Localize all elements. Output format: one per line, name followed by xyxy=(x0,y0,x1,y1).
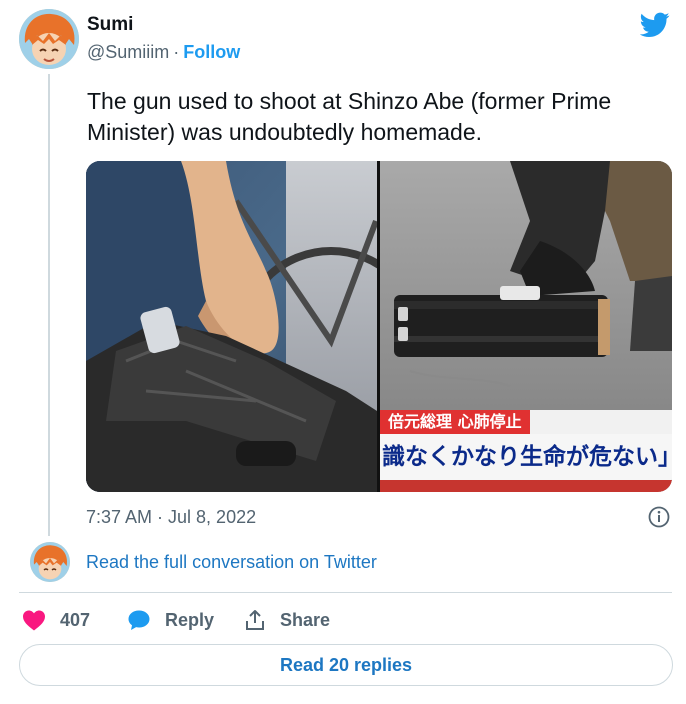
info-icon[interactable] xyxy=(648,506,670,528)
news-caption-bar xyxy=(380,480,672,492)
reply-label: Reply xyxy=(165,609,215,630)
author-name[interactable]: Sumi xyxy=(87,14,133,36)
read-replies-button[interactable]: Read 20 replies xyxy=(19,644,673,686)
tweet-timestamp[interactable]: 7:37 AM · Jul 8, 2022 xyxy=(86,507,256,528)
author-avatar[interactable] xyxy=(19,9,79,69)
share-button[interactable]: Share xyxy=(244,607,330,633)
likes-count: 407 xyxy=(60,609,91,630)
follow-button[interactable]: Follow xyxy=(183,42,240,62)
heart-icon xyxy=(23,610,45,631)
divider xyxy=(19,592,672,593)
like-button[interactable]: 407 xyxy=(22,607,90,633)
share-label: Share xyxy=(280,609,331,630)
share-icon xyxy=(246,610,264,630)
news-caption-main: 識なくかなり生命が危ない」と xyxy=(380,434,672,480)
reply-button[interactable]: Reply xyxy=(127,607,214,633)
tweet-text: The gun used to shoot at Shinzo Abe (for… xyxy=(87,88,612,145)
news-caption-top: 倍元総理 心肺停止 xyxy=(380,410,530,434)
speech-bubble-icon xyxy=(128,610,150,630)
author-handle[interactable]: @Sumiiim xyxy=(87,42,169,62)
separator-dot: · xyxy=(173,42,180,62)
twitter-bird-icon[interactable] xyxy=(640,12,670,38)
reader-avatar[interactable] xyxy=(30,542,70,582)
gun-closeup-photo[interactable] xyxy=(86,161,377,492)
read-full-conversation-link[interactable]: Read the full conversation on Twitter xyxy=(86,552,377,573)
embedded-tweet-card: Sumi @Sumiiim · Follow The gun used to sho… xyxy=(0,0,686,704)
thread-connector-line xyxy=(48,74,50,536)
tweet-media[interactable]: 倍元総理 心肺停止 識なくかなり生命が危ない」と xyxy=(86,161,672,492)
author-handle-row: @Sumiiim · Follow xyxy=(87,42,240,63)
